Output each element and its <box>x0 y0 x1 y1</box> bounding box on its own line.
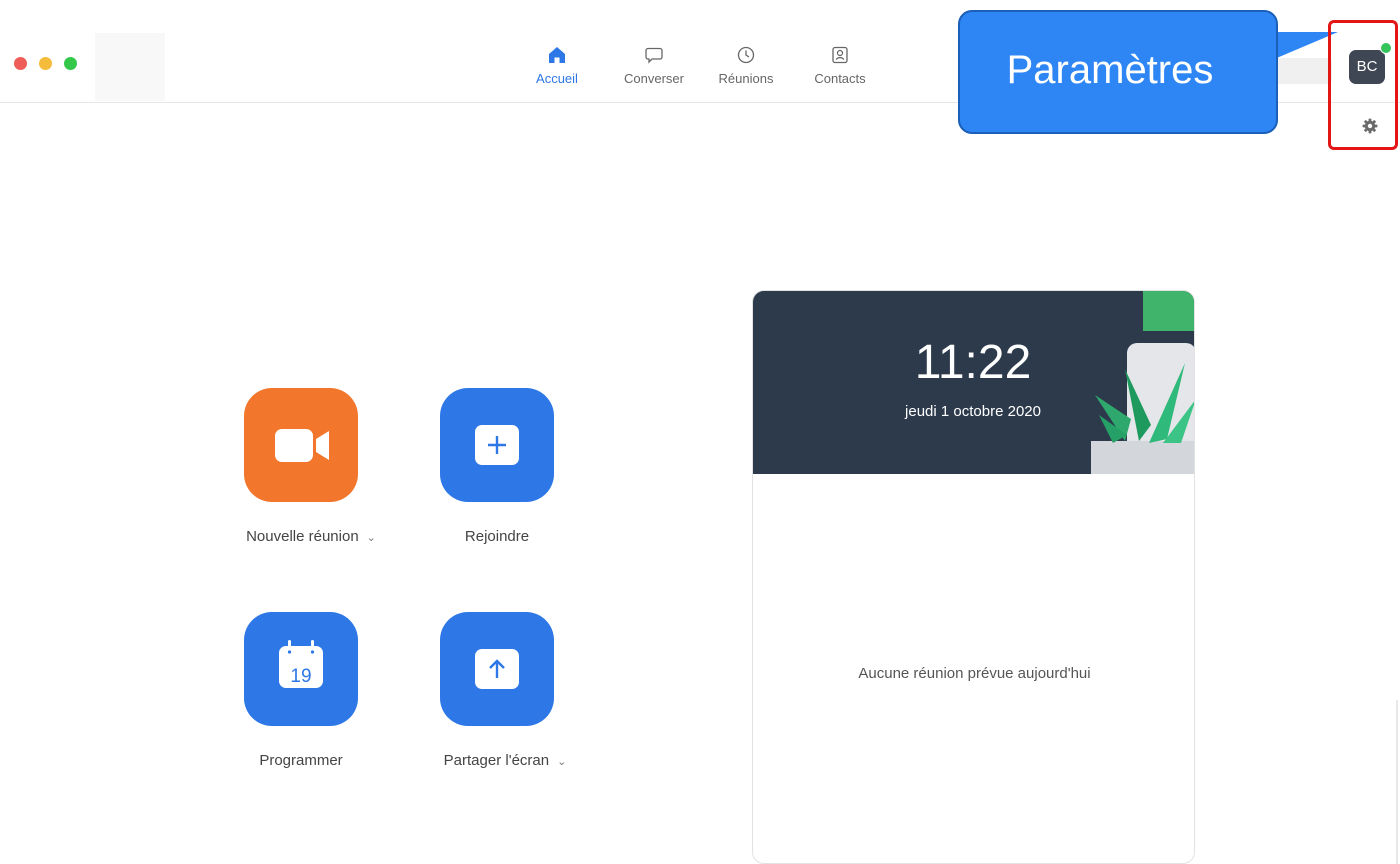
video-camera-icon <box>275 429 329 462</box>
tab-reunions[interactable]: Réunions <box>712 45 780 93</box>
upcoming-meetings-card: 11:22 jeudi 1 octobre 2020 Aucune réunio… <box>752 290 1195 864</box>
new-meeting-button[interactable] <box>244 388 358 502</box>
current-date: jeudi 1 octobre 2020 <box>905 403 1041 420</box>
no-meetings-text: Aucune réunion prévue aujourd'hui <box>858 665 1091 682</box>
minimize-window-button[interactable] <box>39 57 52 70</box>
tab-converser[interactable]: Converser <box>617 45 691 93</box>
annotation-callout: Paramètres <box>958 10 1278 134</box>
chat-icon <box>644 45 664 65</box>
tab-label: Contacts <box>814 71 866 86</box>
title-bar-drag-area <box>95 33 165 101</box>
scrollbar-track[interactable] <box>1396 700 1398 864</box>
share-screen-button[interactable] <box>440 612 554 726</box>
tab-label: Accueil <box>536 71 578 86</box>
clock-icon <box>736 45 756 65</box>
tab-contacts[interactable]: Contacts <box>806 45 874 93</box>
calendar-icon: 19 <box>279 640 323 688</box>
tab-accueil[interactable]: Accueil <box>530 45 584 93</box>
tab-label: Converser <box>624 71 684 86</box>
join-button[interactable] <box>440 388 554 502</box>
clock-time: 11:22 <box>914 336 1032 389</box>
join-label: Rejoindre <box>464 528 530 545</box>
share-screen-text: Partager l'écran <box>443 752 550 769</box>
new-meeting-label[interactable]: Nouvelle réunion ⌄ <box>226 528 396 545</box>
avatar[interactable]: BC <box>1349 50 1385 84</box>
chevron-down-icon[interactable]: ⌄ <box>557 756 566 768</box>
clock-header: 11:22 jeudi 1 octobre 2020 <box>753 291 1194 474</box>
calendar-day-text: 19 <box>290 666 311 687</box>
new-meeting-text: Nouvelle réunion <box>246 528 359 545</box>
home-icon <box>547 45 567 65</box>
share-screen-label[interactable]: Partager l'écran ⌄ <box>420 752 590 769</box>
chevron-down-icon[interactable]: ⌄ <box>367 532 376 544</box>
close-window-button[interactable] <box>14 57 27 70</box>
contacts-icon <box>830 45 850 65</box>
schedule-label: Programmer <box>259 752 343 769</box>
tab-label: Réunions <box>718 71 774 86</box>
schedule-button[interactable]: 19 <box>244 612 358 726</box>
callout-text: Paramètres <box>1006 48 1214 92</box>
plus-icon <box>475 425 519 465</box>
gear-icon[interactable] <box>1361 117 1379 135</box>
status-badge <box>1380 42 1392 54</box>
share-screen-icon <box>475 649 519 689</box>
maximize-window-button[interactable] <box>64 57 77 70</box>
